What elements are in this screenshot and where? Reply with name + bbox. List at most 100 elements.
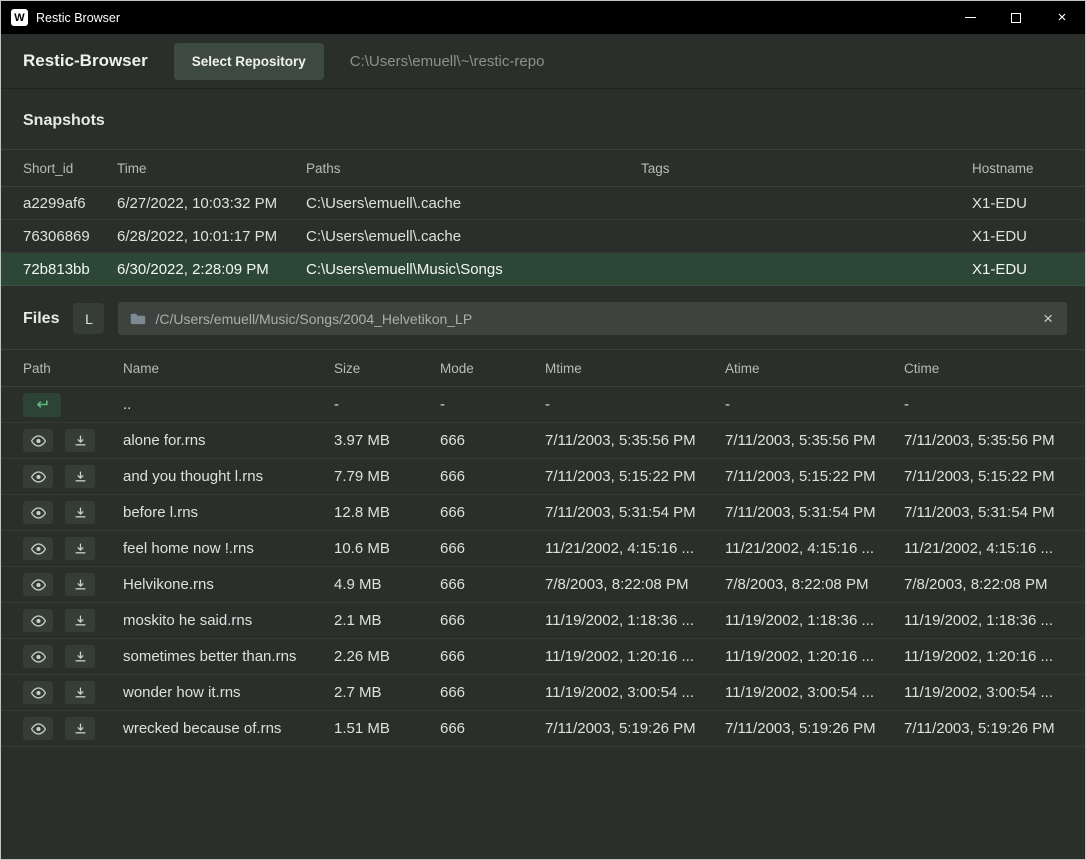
minimize-icon [965, 17, 976, 18]
snapshots-title: Snapshots [1, 89, 1085, 149]
current-path-value: /C/Users/emuell/Music/Songs/2004_Helveti… [155, 311, 1032, 327]
file-mode: 666 [440, 540, 545, 557]
app-logo-icon: W [11, 9, 28, 26]
file-mtime: 11/19/2002, 3:00:54 ... [545, 684, 725, 701]
view-file-button[interactable] [23, 609, 53, 632]
view-file-button[interactable] [23, 681, 53, 704]
snapshot-short-id: a2299af6 [23, 195, 117, 212]
maximize-button[interactable] [993, 1, 1039, 34]
repository-path: C:\Users\emuell\~\restic-repo [350, 53, 545, 70]
column-header-size: Size [334, 361, 440, 376]
file-mode: 666 [440, 648, 545, 665]
download-icon [74, 542, 87, 555]
view-file-button[interactable] [23, 501, 53, 524]
file-mtime: 7/11/2003, 5:15:22 PM [545, 468, 725, 485]
column-header-tags: Tags [641, 161, 972, 176]
file-ctime: - [904, 396, 1063, 413]
snapshot-row[interactable]: a2299af6 6/27/2022, 10:03:32 PM C:\Users… [1, 187, 1085, 220]
select-repository-button[interactable]: Select Repository [174, 43, 324, 80]
download-file-button[interactable] [65, 537, 95, 560]
file-row[interactable]: and you thought l.rns 7.79 MB 666 7/11/2… [1, 459, 1085, 495]
file-mtime: 11/19/2002, 1:20:16 ... [545, 648, 725, 665]
file-mtime: 7/11/2003, 5:19:26 PM [545, 720, 725, 737]
file-row[interactable]: sometimes better than.rns 2.26 MB 666 11… [1, 639, 1085, 675]
file-row[interactable]: Helvikone.rns 4.9 MB 666 7/8/2003, 8:22:… [1, 567, 1085, 603]
file-ctime: 11/19/2002, 1:18:36 ... [904, 612, 1063, 629]
file-row[interactable]: before l.rns 12.8 MB 666 7/11/2003, 5:31… [1, 495, 1085, 531]
column-header-name: Name [123, 361, 334, 376]
eye-icon [31, 579, 46, 591]
close-icon: × [1058, 9, 1067, 26]
download-icon [74, 614, 87, 627]
file-mode: 666 [440, 576, 545, 593]
view-file-button[interactable] [23, 465, 53, 488]
files-table-header: Path Name Size Mode Mtime Atime Ctime [1, 349, 1085, 387]
file-ctime: 11/21/2002, 4:15:16 ... [904, 540, 1063, 557]
files-root-button[interactable]: L [73, 303, 104, 334]
file-row[interactable]: feel home now !.rns 10.6 MB 666 11/21/20… [1, 531, 1085, 567]
file-mtime: 7/11/2003, 5:31:54 PM [545, 504, 725, 521]
file-mtime: 11/19/2002, 1:18:36 ... [545, 612, 725, 629]
snapshot-row-selected[interactable]: 72b813bb 6/30/2022, 2:28:09 PM C:\Users\… [1, 253, 1085, 286]
snapshot-hostname: X1-EDU [972, 228, 1063, 245]
download-file-button[interactable] [65, 429, 95, 452]
column-header-short-id: Short_id [23, 161, 117, 176]
snapshot-time: 6/28/2022, 10:01:17 PM [117, 228, 306, 245]
view-file-button[interactable] [23, 429, 53, 452]
close-button[interactable]: × [1039, 1, 1085, 34]
file-name: and you thought l.rns [123, 468, 334, 485]
snapshot-row[interactable]: 76306869 6/28/2022, 10:01:17 PM C:\Users… [1, 220, 1085, 253]
file-row[interactable]: wonder how it.rns 2.7 MB 666 11/19/2002,… [1, 675, 1085, 711]
file-mtime: 11/21/2002, 4:15:16 ... [545, 540, 725, 557]
titlebar[interactable]: W Restic Browser × [1, 1, 1085, 34]
column-header-hostname: Hostname [972, 161, 1063, 176]
file-size: 2.1 MB [334, 612, 440, 629]
column-header-mode: Mode [440, 361, 545, 376]
file-mode: 666 [440, 684, 545, 701]
files-toolbar: Files L /C/Users/emuell/Music/Songs/2004… [1, 286, 1085, 349]
minimize-button[interactable] [947, 1, 993, 34]
file-size: 12.8 MB [334, 504, 440, 521]
file-atime: 11/19/2002, 1:20:16 ... [725, 648, 904, 665]
download-icon [74, 506, 87, 519]
file-mode: 666 [440, 720, 545, 737]
file-name: alone for.rns [123, 432, 334, 449]
view-file-button[interactable] [23, 537, 53, 560]
file-size: 1.51 MB [334, 720, 440, 737]
snapshot-hostname: X1-EDU [972, 195, 1063, 212]
window-controls: × [947, 1, 1085, 34]
clear-path-button[interactable]: × [1041, 310, 1055, 327]
file-mtime: - [545, 396, 725, 413]
download-file-button[interactable] [65, 501, 95, 524]
up-directory-button[interactable] [23, 393, 61, 417]
download-file-button[interactable] [65, 465, 95, 488]
file-row[interactable]: wrecked because of.rns 1.51 MB 666 7/11/… [1, 711, 1085, 747]
file-atime: 11/21/2002, 4:15:16 ... [725, 540, 904, 557]
download-icon [74, 578, 87, 591]
snapshot-short-id: 72b813bb [23, 261, 117, 278]
file-row[interactable]: alone for.rns 3.97 MB 666 7/11/2003, 5:3… [1, 423, 1085, 459]
current-path-input[interactable]: /C/Users/emuell/Music/Songs/2004_Helveti… [118, 302, 1067, 335]
download-file-button[interactable] [65, 717, 95, 740]
view-file-button[interactable] [23, 645, 53, 668]
file-atime: - [725, 396, 904, 413]
download-file-button[interactable] [65, 573, 95, 596]
download-file-button[interactable] [65, 681, 95, 704]
file-atime: 7/11/2003, 5:19:26 PM [725, 720, 904, 737]
snapshot-time: 6/27/2022, 10:03:32 PM [117, 195, 306, 212]
file-row-parent-dir[interactable]: .. - - - - - [1, 387, 1085, 423]
download-icon [74, 434, 87, 447]
column-header-time: Time [117, 161, 306, 176]
file-mode: 666 [440, 504, 545, 521]
download-icon [74, 650, 87, 663]
file-row[interactable]: moskito he said.rns 2.1 MB 666 11/19/200… [1, 603, 1085, 639]
view-file-button[interactable] [23, 717, 53, 740]
file-name: before l.rns [123, 504, 334, 521]
file-ctime: 11/19/2002, 1:20:16 ... [904, 648, 1063, 665]
view-file-button[interactable] [23, 573, 53, 596]
file-atime: 7/11/2003, 5:31:54 PM [725, 504, 904, 521]
eye-icon [31, 435, 46, 447]
file-ctime: 7/8/2003, 8:22:08 PM [904, 576, 1063, 593]
download-file-button[interactable] [65, 609, 95, 632]
download-file-button[interactable] [65, 645, 95, 668]
